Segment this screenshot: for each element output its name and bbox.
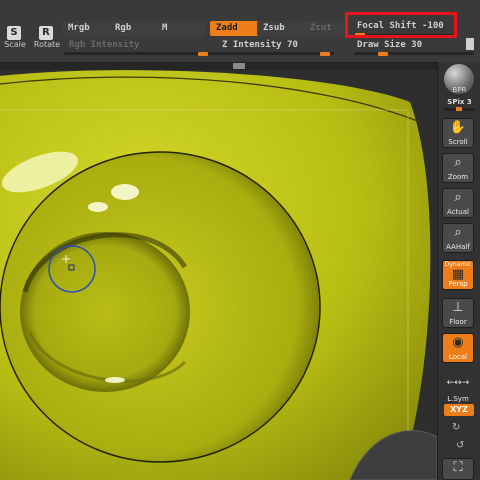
rgb-intensity-knob[interactable]	[198, 52, 208, 56]
hand-icon: ✋	[449, 120, 467, 135]
mrgb-button[interactable]: Mrgb	[62, 21, 112, 36]
magnifier-icon: ⌕	[454, 190, 462, 205]
magnifier-icon: ⌕	[454, 155, 462, 170]
xyz-button[interactable]: XYZ	[444, 404, 474, 416]
focal-shift-highlight	[345, 12, 457, 38]
edge-marker	[466, 38, 474, 50]
persp-button[interactable]: Dynamic ▦ Persp	[442, 260, 474, 290]
persp-label: Persp	[448, 280, 468, 288]
floor-button[interactable]: ⊥ Floor	[442, 298, 474, 328]
rotate-axis-icon[interactable]: ↻	[452, 422, 460, 433]
lsym-button[interactable]: ←↔→ L.Sym	[442, 374, 474, 404]
draw-size-knob[interactable]	[378, 52, 388, 56]
scale-button[interactable]: S Scale	[0, 0, 30, 52]
draw-size-track[interactable]	[354, 52, 474, 55]
floor-label: Floor	[449, 318, 467, 326]
frame-icon: ⛶	[453, 460, 463, 475]
scrollbar-thumb[interactable]	[233, 63, 245, 69]
zcut-button[interactable]: Zcut	[304, 21, 344, 36]
magnifier-icon: ⌕	[454, 225, 462, 240]
z-intensity-knob[interactable]	[320, 52, 330, 56]
aahalf-button[interactable]: ⌕ AAHalf	[442, 223, 474, 253]
floor-icon: ⊥	[452, 300, 464, 315]
rotate-label: Rotate	[33, 40, 61, 49]
zoom-label: Zoom	[447, 173, 469, 181]
zoom-button[interactable]: ⌕ Zoom	[442, 153, 474, 183]
z-intensity-label[interactable]: Z Intensity 70	[222, 40, 298, 50]
viewport-scrollbar[interactable]	[0, 62, 437, 70]
local-button[interactable]: ◉ Local	[442, 333, 474, 363]
bpr-label: BPR	[452, 86, 467, 94]
lsym-label: L.Sym	[447, 395, 469, 403]
scroll-button[interactable]: ✋ Scroll	[442, 118, 474, 148]
rgb-intensity-label[interactable]: Rgb Intensity	[69, 40, 139, 50]
scroll-label: Scroll	[448, 138, 468, 146]
right-shelf: BPR SPix 3 ✋ Scroll ⌕ Zoom ⌕ Actual ⌕ AA…	[437, 62, 480, 480]
rgb-button[interactable]: Rgb	[109, 21, 159, 36]
spix-track[interactable]	[444, 107, 474, 111]
actual-label: Actual	[447, 208, 469, 216]
rotate-icon: R	[39, 26, 53, 40]
scale-icon: S	[7, 26, 21, 40]
target-icon: ◉	[452, 335, 464, 350]
zadd-button[interactable]: Zadd	[210, 21, 260, 36]
rotate-axis2-icon[interactable]: ↺	[456, 440, 464, 451]
spix-label[interactable]: SPix 3	[438, 98, 480, 106]
viewport-canvas[interactable]	[0, 62, 437, 480]
rotate-button[interactable]: R Rotate	[32, 0, 62, 52]
scale-label: Scale	[4, 40, 26, 49]
m-button[interactable]: M	[156, 21, 206, 36]
frame-button[interactable]: ⛶	[442, 458, 474, 480]
draw-size-label[interactable]: Draw Size 30	[357, 40, 422, 50]
local-label: Local	[448, 353, 468, 361]
aahalf-label: AAHalf	[446, 243, 470, 251]
spix-knob[interactable]	[456, 107, 462, 111]
zsub-button[interactable]: Zsub	[257, 21, 307, 36]
sculpt-model	[0, 62, 437, 480]
actual-button[interactable]: ⌕ Actual	[442, 188, 474, 218]
symmetry-icon: ←↔→	[446, 378, 470, 388]
top-toolbar: S Scale R Rotate Mrgb Rgb M Rgb Intensit…	[0, 0, 480, 63]
